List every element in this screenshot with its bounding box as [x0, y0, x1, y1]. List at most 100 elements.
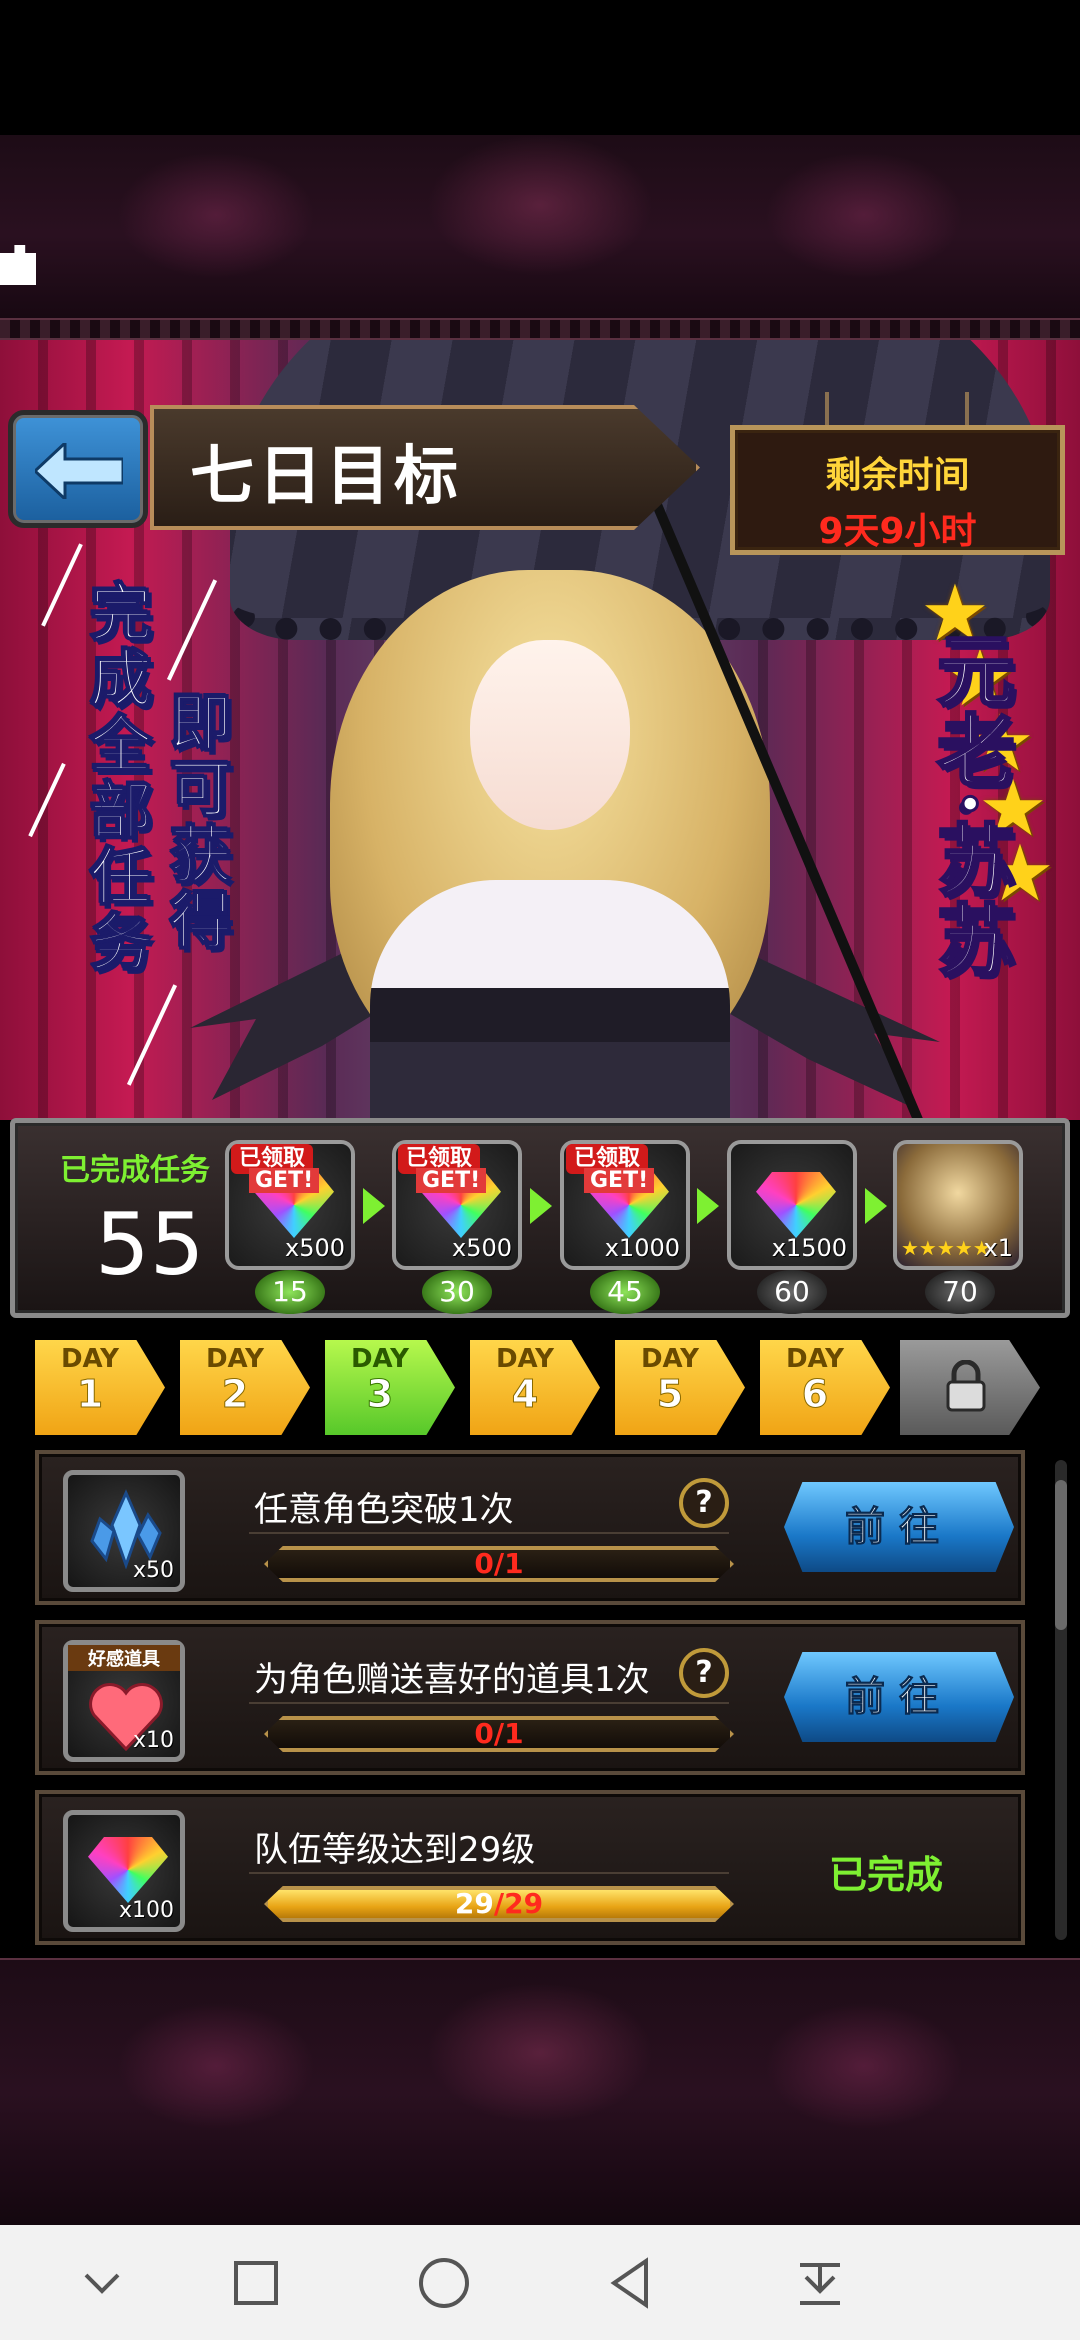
day-number: 2	[221, 1372, 249, 1416]
go-button[interactable]: 前往	[784, 1652, 1014, 1742]
timer-hanger	[825, 392, 829, 428]
arrow-right-icon	[865, 1188, 887, 1224]
completed-tasks-label: 已完成任务	[60, 1153, 210, 1188]
reward-slot-45[interactable]: 已领取 GET! x1000	[560, 1140, 690, 1270]
progress-separator: /	[493, 1547, 505, 1580]
day-prefix: DAY	[60, 1344, 120, 1374]
reward-qty: x500	[451, 1234, 512, 1262]
download-icon[interactable]	[790, 2253, 850, 2313]
task-icon-frame: x100	[63, 1810, 185, 1932]
task-row: 好感道具 x10 为角色赠送喜好的道具1次 ? 0/1 前往	[35, 1620, 1025, 1775]
day-tab-6[interactable]: DAY 6	[760, 1340, 890, 1435]
promo-text-complete: 完成全部任务	[78, 579, 153, 977]
day-prefix: DAY	[640, 1344, 700, 1374]
progress-bar: 0/1	[264, 1546, 734, 1582]
day-number: 1	[76, 1372, 104, 1416]
reward-qty: x1000	[604, 1234, 680, 1262]
promo-text-get: 即可获得	[158, 689, 233, 955]
progress-current: 29	[454, 1887, 494, 1920]
reward-qty: x1	[983, 1234, 1013, 1262]
milestone-badge: 15	[255, 1270, 325, 1314]
day-prefix: DAY	[495, 1344, 555, 1374]
milestone-badge: 70	[925, 1270, 995, 1314]
day-number: 3	[366, 1372, 394, 1416]
progress-text: 0/1	[268, 1720, 730, 1748]
reward-slot-30[interactable]: 已领取 GET! x500	[392, 1140, 522, 1270]
rainbow-gem-icon	[756, 1172, 836, 1238]
top-ornament	[0, 135, 1080, 335]
back-arrow-icon	[35, 443, 123, 499]
progress-bar: 0/1	[264, 1716, 734, 1752]
progress-bar: 29/29	[264, 1886, 734, 1922]
app-screen: { "header": { "title": "七日目标", "timer_la…	[0, 0, 1080, 2340]
progress-current: 0	[474, 1717, 494, 1750]
progress-separator: /	[493, 1717, 505, 1750]
progress-text: 0/1	[268, 1550, 730, 1578]
lock-icon	[946, 1360, 986, 1412]
divider	[249, 1702, 729, 1704]
day-prefix: DAY	[205, 1344, 265, 1374]
reward-qty: x500	[284, 1234, 345, 1262]
hero-face-art	[470, 640, 630, 830]
bottom-ornament	[0, 1960, 1080, 2225]
task-label: 任意角色突破1次	[254, 1490, 514, 1530]
day-number: 6	[801, 1372, 829, 1416]
back-button[interactable]	[8, 410, 148, 528]
task-reward-qty: x10	[132, 1728, 174, 1753]
timer-label: 剩余时间	[825, 455, 970, 496]
reward-slot-70[interactable]: ★★★★★ x1	[893, 1140, 1023, 1270]
timer-hanger	[965, 392, 969, 428]
progress-separator: /	[493, 1887, 505, 1920]
day-tab-3[interactable]: DAY 3	[325, 1340, 455, 1435]
day-tab-1[interactable]: DAY 1	[35, 1340, 165, 1435]
task-label: 队伍等级达到29级	[254, 1830, 536, 1870]
reward-slot-60[interactable]: x1500	[727, 1140, 857, 1270]
chain-divider-top	[0, 318, 1080, 340]
day-number: 4	[511, 1372, 539, 1416]
page-title: 七日目标	[190, 440, 462, 514]
help-icon[interactable]: ?	[679, 1478, 729, 1528]
hero-name: 元老·苏苏	[923, 628, 1017, 980]
reward-slot-15[interactable]: 已领取 GET! x500	[225, 1140, 355, 1270]
task-label: 为角色赠送喜好的道具1次	[254, 1660, 650, 1700]
divider	[249, 1532, 729, 1534]
day-tab-2[interactable]: DAY 2	[180, 1340, 310, 1435]
milestone-badge: 45	[590, 1270, 660, 1314]
day-tab-5[interactable]: DAY 5	[615, 1340, 745, 1435]
get-tag: GET!	[416, 1168, 487, 1193]
task-reward-qty: x100	[118, 1898, 174, 1923]
timer-value: 9天9小时	[818, 511, 977, 552]
task-row: x50 任意角色突破1次 ? 0/1 前往	[35, 1450, 1025, 1605]
completed-tasks-count: 55	[95, 1195, 205, 1295]
get-tag: GET!	[249, 1168, 320, 1193]
help-icon[interactable]: ?	[679, 1648, 729, 1698]
arrow-right-icon	[363, 1188, 385, 1224]
triangle-back-icon[interactable]	[602, 2253, 662, 2313]
square-icon[interactable]	[226, 2253, 286, 2313]
rainbow-gem-icon	[88, 1837, 168, 1903]
get-tag: GET!	[584, 1168, 655, 1193]
timer-box: 剩余时间 9天9小时	[730, 425, 1065, 555]
task-icon-frame: x50	[63, 1470, 185, 1592]
progress-text: 29/29	[268, 1890, 730, 1918]
arrow-right-icon	[530, 1188, 552, 1224]
task-reward-qty: x50	[132, 1558, 174, 1583]
progress-total: 1	[504, 1547, 524, 1580]
completed-status: 已完成	[829, 1853, 944, 1897]
task-icon-frame: 好感道具 x10	[63, 1640, 185, 1762]
chevron-down-icon[interactable]	[72, 2253, 132, 2313]
day-number: 5	[656, 1372, 684, 1416]
circle-home-icon[interactable]	[414, 2253, 474, 2313]
day-prefix: DAY	[785, 1344, 845, 1374]
scroll-thumb[interactable]	[1055, 1480, 1067, 1630]
day-tab-4[interactable]: DAY 4	[470, 1340, 600, 1435]
go-button[interactable]: 前往	[784, 1482, 1014, 1572]
arrow-right-icon	[697, 1188, 719, 1224]
day-prefix: DAY	[350, 1344, 410, 1374]
hero-stars: ★★★★★	[901, 1236, 991, 1260]
reward-qty: x1500	[771, 1234, 847, 1262]
hero-dress-art	[370, 880, 730, 1120]
scrollbar[interactable]	[1055, 1460, 1067, 1940]
icon-tag: 好感道具	[68, 1645, 180, 1671]
day-tab-7-locked[interactable]	[900, 1340, 1040, 1435]
